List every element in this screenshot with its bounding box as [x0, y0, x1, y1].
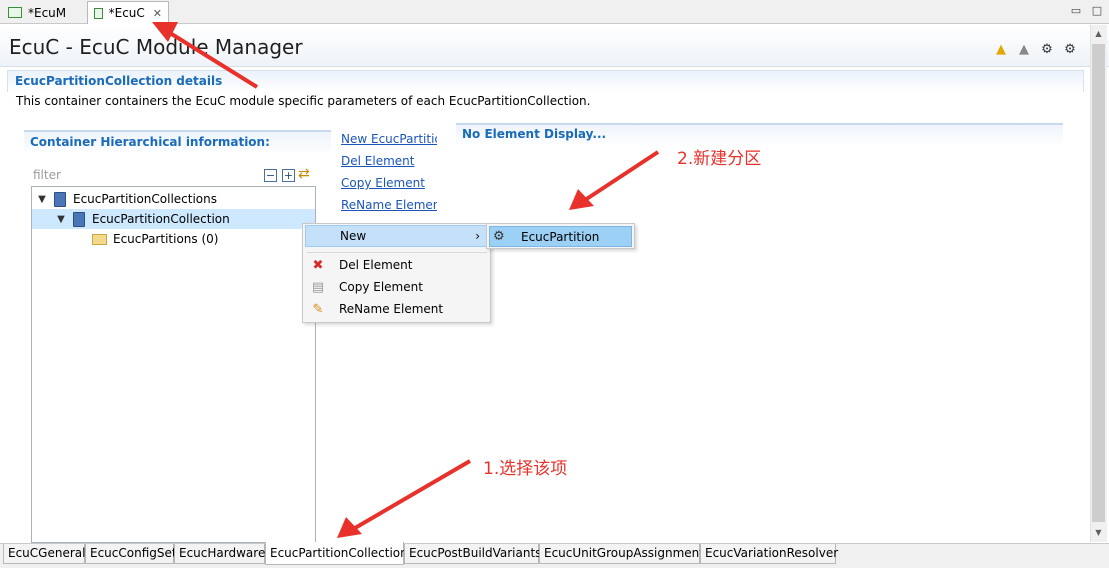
tab-ecucconfigset[interactable]: EcucConfigSet: [85, 544, 177, 564]
gear-icon[interactable]: ⚙: [1039, 42, 1055, 58]
new-submenu: ⚙ EcucPartition: [486, 223, 635, 249]
del-element-link[interactable]: Del Element: [341, 154, 437, 168]
tab-label: *EcuM: [28, 5, 67, 20]
minimize-icon[interactable]: ▭: [1068, 4, 1084, 18]
delete-icon: ✖: [312, 257, 324, 273]
menu-separator: [307, 252, 487, 253]
hierarchy-title: Container Hierarchical information:: [30, 135, 270, 149]
submenu-arrow-icon: ›: [475, 229, 480, 243]
menu-item-del-element[interactable]: ✖ Del Element: [305, 254, 489, 276]
close-icon[interactable]: ✕: [153, 7, 162, 20]
gears-icon: ⚙: [493, 229, 505, 244]
context-menu: New › ✖ Del Element ▤ Copy Element ✎ ReN…: [302, 223, 491, 323]
tab-ecucvariationresolver[interactable]: EcucVariationResolver: [700, 544, 838, 564]
tree-node-label: EcucPartitions (0): [113, 232, 219, 246]
menu-item-label: Copy Element: [339, 280, 423, 294]
page-title: EcuC - EcuC Module Manager: [9, 35, 303, 59]
editor-icon: [8, 7, 22, 18]
maximize-icon[interactable]: □: [1089, 4, 1105, 18]
link-sync-icon[interactable]: ⇄: [298, 166, 310, 182]
container-icon: [54, 191, 66, 207]
scroll-down-icon[interactable]: ▼: [1090, 525, 1107, 541]
annotation-step2: 2.新建分区: [677, 149, 762, 169]
arrow-to-partition-tab: [353, 459, 472, 530]
arrowhead: [337, 517, 362, 538]
folder-icon: [92, 233, 107, 245]
tab-ecuchardware[interactable]: EcucHardware: [174, 544, 265, 564]
annotation-step1: 1.选择该项: [483, 459, 568, 479]
details-title: EcucPartitionCollection details: [15, 74, 223, 88]
tab-label: *EcuC: [108, 6, 145, 20]
rename-element-link[interactable]: ReName Elemen: [341, 198, 437, 212]
tab-ecucpartitioncollection[interactable]: EcucPartitionCollection: [265, 542, 408, 565]
scroll-up-icon[interactable]: ▲: [1090, 26, 1107, 42]
menu-item-new[interactable]: New ›: [305, 225, 489, 247]
details-description: This container containers the EcuC modul…: [16, 94, 591, 108]
tab-ecucunitgroupassignment[interactable]: EcucUnitGroupAssignment: [539, 544, 704, 564]
new-element-link[interactable]: New EcucPartitic: [341, 132, 437, 146]
element-panel-title: No Element Display...: [462, 127, 607, 141]
tree-node[interactable]: ▼ EcucPartitionCollections: [36, 189, 217, 209]
menu-item-label: EcucPartition: [521, 229, 600, 244]
tree-node-label: EcucPartitionCollection: [92, 212, 230, 226]
tree-node[interactable]: EcucPartitions (0): [92, 229, 218, 249]
tree-node-selected[interactable]: ▼ EcucPartitionCollection: [32, 209, 315, 229]
tab-ecuc[interactable]: *EcuC ✕: [87, 1, 169, 24]
tree-node-label: EcucPartitionCollections: [73, 192, 217, 206]
warning-grey-icon[interactable]: ▲: [1016, 42, 1032, 58]
warning-yellow-icon[interactable]: ▲: [993, 42, 1009, 58]
tab-ecucgeneral[interactable]: EcuCGeneral: [3, 544, 85, 564]
filter-input[interactable]: filter: [33, 168, 61, 182]
copy-element-link[interactable]: Copy Element: [341, 176, 437, 190]
menu-item-label: Del Element: [339, 258, 413, 272]
scrollbar-thumb[interactable]: [1092, 44, 1105, 522]
copy-icon: ▤: [311, 279, 325, 295]
menu-item-rename-element[interactable]: ✎ ReName Element: [305, 298, 489, 320]
chevron-down-icon[interactable]: ▼: [36, 194, 48, 205]
arrow-to-ecucpartition: [583, 150, 660, 202]
container-icon: [73, 211, 85, 227]
menu-item-label: ReName Element: [339, 302, 444, 316]
menu-item-copy-element[interactable]: ▤ Copy Element: [305, 276, 489, 298]
collapse-all-icon[interactable]: −: [264, 169, 277, 182]
tab-ecum[interactable]: *EcuM: [2, 1, 72, 24]
arrowhead: [569, 189, 594, 210]
menu-item-label: New: [340, 229, 367, 243]
gears-icon[interactable]: ⚙: [1062, 42, 1078, 58]
tab-ecucpostbuildvariants[interactable]: EcucPostBuildVariants: [404, 544, 541, 564]
expand-all-icon[interactable]: +: [282, 169, 295, 182]
chevron-down-icon[interactable]: ▼: [55, 214, 67, 225]
editor-icon: [94, 7, 103, 19]
menu-item-ecucpartition[interactable]: ⚙ EcucPartition: [489, 226, 632, 247]
pencil-icon: ✎: [312, 301, 324, 317]
container-tree[interactable]: ▼ EcucPartitionCollections ▼ EcucPartiti…: [31, 186, 316, 543]
